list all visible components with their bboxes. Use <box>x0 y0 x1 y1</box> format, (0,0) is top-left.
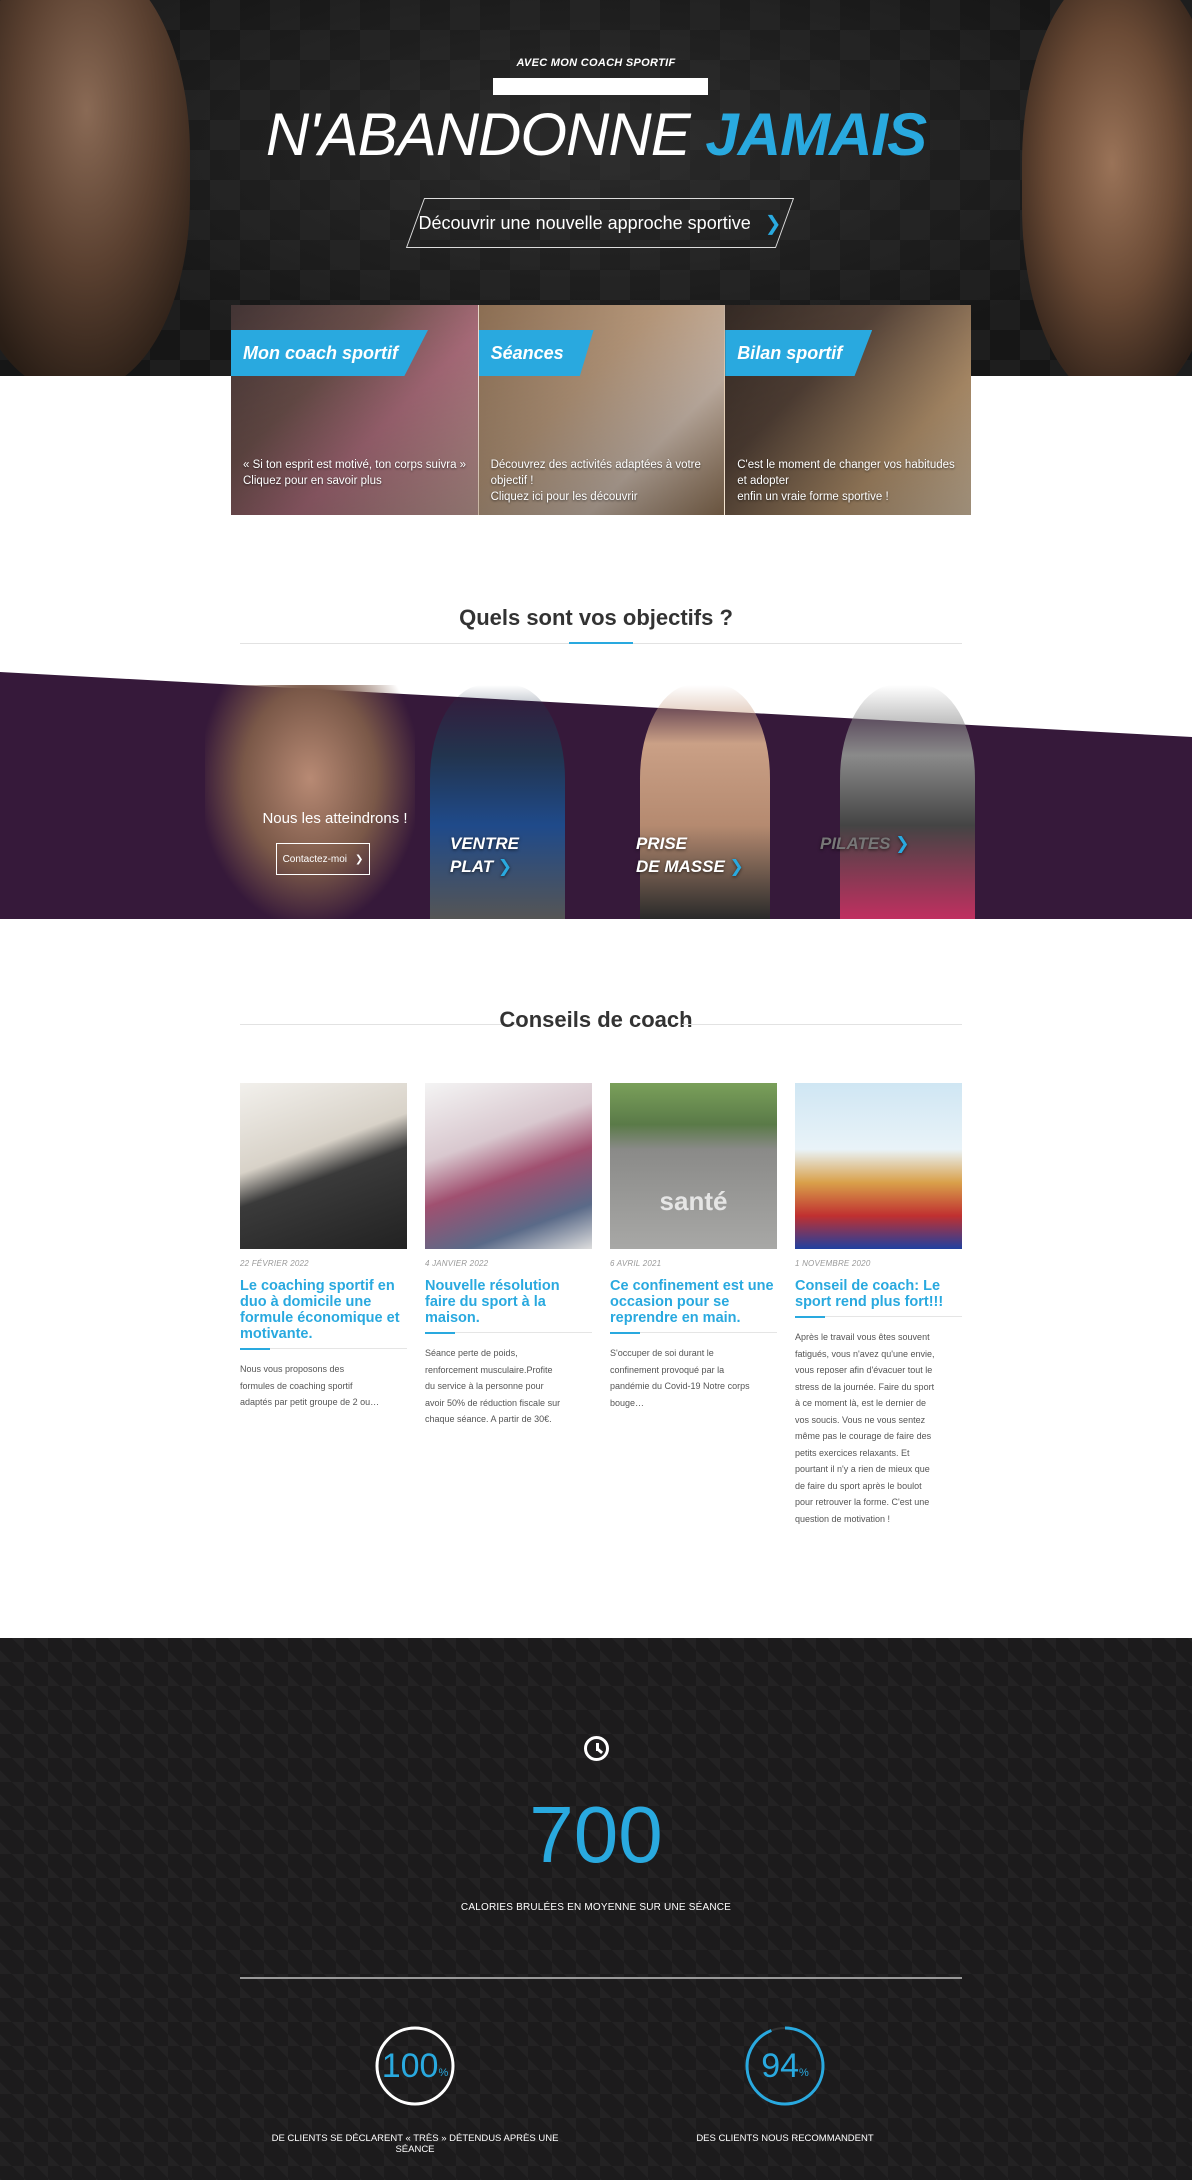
blog-post-image[interactable] <box>240 1083 407 1249</box>
objective-label-line1: VENTRE <box>450 834 519 853</box>
blog-title-rule-right <box>682 1024 962 1025</box>
blog-post-image[interactable] <box>795 1083 962 1249</box>
hero-kicker: AVEC MON COACH SPORTIF <box>516 57 676 69</box>
feature-card-label: Mon coach sportif <box>231 330 429 376</box>
objective-label-line2: DE MASSE <box>636 857 725 876</box>
blog-post-image[interactable]: santé <box>610 1083 777 1249</box>
blog-post-date: 1 NOVEMBRE 2020 <box>795 1259 871 1268</box>
hero-title: N'ABANDONNE JAMAIS <box>0 100 1192 170</box>
objective-image-man-bar <box>205 685 415 919</box>
objectives-band <box>0 672 1192 919</box>
blog-post-image[interactable] <box>425 1083 592 1249</box>
blog-post-excerpt: Séance perte de poids, renforcement musc… <box>425 1348 561 1424</box>
stat-value: 94 <box>761 2046 800 2085</box>
chevron-right-icon: ❯ <box>895 834 910 853</box>
objective-image-woman-bag <box>840 685 975 919</box>
feature-card-coach[interactable]: Mon coach sportif « Si ton esprit est mo… <box>231 305 478 515</box>
calories-counter: 700 <box>529 1790 663 1879</box>
hero-title-part1: N'ABANDONNE <box>265 101 691 168</box>
feature-card-label: Séances <box>478 330 594 376</box>
blog-post-excerpt: S'occuper de soi durant le confinement p… <box>610 1348 750 1408</box>
feature-card-text-line2: Cliquez pour en savoir plus <box>243 475 382 487</box>
blog-post-excerpt: Nous vous proposons des formules de coac… <box>240 1364 380 1407</box>
contact-button-label: Contactez-moi <box>282 853 348 865</box>
feature-card-text: Découvrez des activités adaptées à votre… <box>491 457 715 505</box>
feature-card-text-line2: Cliquez ici pour les découvrir <box>490 491 638 503</box>
feature-card-text-line1: « Si ton esprit est motivé, ton corps su… <box>243 459 467 471</box>
chevron-right-icon: ❯ <box>729 857 744 876</box>
objective-link-prise-de-masse[interactable]: PRISE DE MASSE ❯ <box>636 832 744 878</box>
blog-post-title[interactable]: Le coaching sportif en duo à domicile un… <box>240 1278 407 1342</box>
clock-icon <box>584 1736 609 1761</box>
feature-card-text: C'est le moment de changer vos habitudes… <box>737 457 961 505</box>
blog-post-divider <box>240 1348 407 1350</box>
feature-cards: Mon coach sportif « Si ton esprit est mo… <box>231 305 971 515</box>
blog-post-divider <box>610 1332 777 1334</box>
stat-ring-value: 94% <box>744 2025 826 2107</box>
blog-title: Conseils de coach <box>499 1007 693 1032</box>
blog-post: 1 NOVEMBRE 2020 Conseil de coach: Le spo… <box>795 1083 962 1527</box>
blog-post-title[interactable]: Conseil de coach: Le sport rend plus for… <box>795 1278 962 1310</box>
hero-cta-label: Découvrir une nouvelle approche sportive <box>418 212 751 233</box>
blog-post-date: 4 JANVIER 2022 <box>425 1259 489 1268</box>
objective-label-line1: PRISE <box>636 834 688 853</box>
objective-image-man-dumbbell <box>640 685 770 919</box>
objective-image-woman-jacket <box>430 685 565 919</box>
stat-unit: % <box>438 2067 449 2079</box>
blog-post-date: 6 AVRIL 2021 <box>610 1259 662 1268</box>
stat-unit: % <box>799 2067 809 2079</box>
stat-caption-recommend: DES CLIENTS NOUS RECOMMANDENT <box>696 2133 874 2144</box>
blog-post-image-text: santé <box>659 1186 728 1216</box>
hero-cta-button[interactable]: Découvrir une nouvelle approche sportive… <box>415 198 785 248</box>
objectives-title: Quels sont vos objectifs ? <box>459 605 733 630</box>
feature-card-seances[interactable]: Séances Découvrez des activités adaptées… <box>477 305 725 515</box>
blog-post: santé 6 AVRIL 2021 Ce confinement est un… <box>610 1083 777 1411</box>
objective-label-line2: PLAT <box>450 857 494 876</box>
hero-divider-bar <box>493 78 708 95</box>
calories-caption: CALORIES BRULÉES EN MOYENNE SUR UNE SÉAN… <box>460 1902 732 1913</box>
contact-button[interactable]: Contactez-moi ❯ <box>276 843 370 875</box>
blog-post-date: 22 FÉVRIER 2022 <box>240 1259 309 1268</box>
stats-divider <box>240 1977 962 1979</box>
blog-post-divider <box>795 1316 962 1318</box>
objectives-reach-text: Nous les atteindrons ! <box>262 810 408 827</box>
feature-card-text-line2: enfin un vraie forme sportive ! <box>737 491 889 503</box>
chevron-right-icon: ❯ <box>764 212 782 235</box>
objective-link-ventre-plat[interactable]: VENTRE PLAT ❯ <box>450 832 519 878</box>
feature-card-text: « Si ton esprit est motivé, ton corps su… <box>243 457 468 489</box>
feature-card-label: Bilan sportif <box>725 330 873 376</box>
stat-ring-value: 100% <box>374 2025 456 2107</box>
feature-card-text-line1: Découvrez des activités adaptées à votre… <box>490 459 701 487</box>
stat-ring-recommend: 94% <box>744 2025 826 2107</box>
hero-title-part2: JAMAIS <box>705 101 927 168</box>
blog-post-divider <box>425 1332 592 1334</box>
stat-caption-relaxed: DE CLIENTS SE DÉCLARENT « TRÈS » DÉTENDU… <box>271 2133 559 2155</box>
blog-post-excerpt: Après le travail vous êtes souvent fatig… <box>795 1332 935 1524</box>
blog-post-title[interactable]: Nouvelle résolution faire du sport à la … <box>425 1278 592 1326</box>
objective-link-pilates[interactable]: PILATES ❯ <box>820 832 910 855</box>
stat-value: 100 <box>381 2046 439 2085</box>
objectives-title-accent <box>569 642 633 644</box>
feature-card-bilan[interactable]: Bilan sportif C'est le moment de changer… <box>724 305 971 515</box>
chevron-right-icon: ❯ <box>355 853 364 865</box>
blog-post: 22 FÉVRIER 2022 Le coaching sportif en d… <box>240 1083 407 1411</box>
feature-card-text-line1: C'est le moment de changer vos habitudes… <box>737 459 955 487</box>
objective-label-line1: PILATES <box>820 834 891 853</box>
stat-ring-relaxed: 100% <box>374 2025 456 2107</box>
chevron-right-icon: ❯ <box>497 857 513 876</box>
blog-post-title[interactable]: Ce confinement est une occasion pour se … <box>610 1278 777 1326</box>
blog-post: 4 JANVIER 2022 Nouvelle résolution faire… <box>425 1083 592 1428</box>
